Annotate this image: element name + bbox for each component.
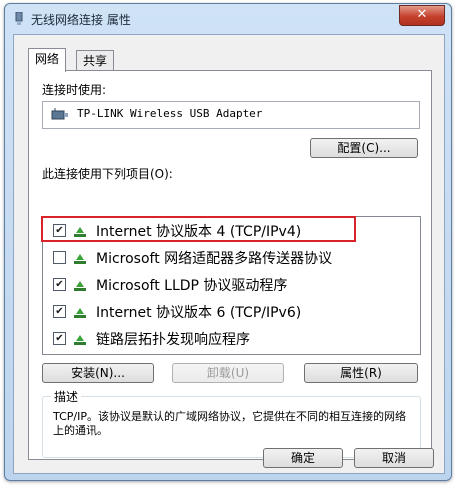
adapter-name: TP-LINK Wireless USB Adapter: [77, 107, 263, 120]
item-label: Microsoft 网络适配器多路传送器协议: [96, 251, 333, 267]
list-item[interactable]: Microsoft 网络适配器多路传送器协议: [43, 244, 420, 271]
title-bar[interactable]: 无线网络连接 属性 ✕: [5, 4, 451, 34]
list-item[interactable]: ✔ Internet 协议版本 4 (TCP/IPv4): [41, 216, 420, 244]
tab-panel-network: 连接时使用: TP-LINK Wireless USB Adapter 配置(C…: [28, 70, 432, 460]
protocol-icon: [74, 308, 86, 318]
configure-button[interactable]: 配置(C)...: [310, 138, 418, 158]
connect-using-label: 连接时使用:: [42, 83, 107, 97]
protocol-icon: [74, 335, 86, 345]
uninstall-button: 卸载(U): [172, 363, 284, 383]
item-checkbox[interactable]: ✔: [53, 278, 66, 291]
tab-network[interactable]: 网络: [28, 48, 67, 72]
network-adapter-icon: [15, 12, 23, 25]
description-label: 描述: [51, 388, 82, 405]
item-label: Internet 协议版本 6 (TCP/IPv6): [96, 305, 302, 321]
protocol-icon: [74, 281, 86, 291]
cancel-button[interactable]: 取消: [354, 448, 434, 468]
adapter-field: TP-LINK Wireless USB Adapter: [42, 101, 420, 129]
properties-button[interactable]: 属性(R): [304, 363, 418, 383]
window-title: 无线网络连接 属性: [31, 13, 131, 27]
ok-button[interactable]: 确定: [263, 448, 343, 468]
list-item[interactable]: ✔ Microsoft LLDP 协议驱动程序: [43, 271, 420, 298]
install-button[interactable]: 安装(N)...: [42, 363, 154, 383]
protocol-icon: [74, 254, 86, 264]
item-checkbox[interactable]: ✔: [53, 305, 66, 318]
item-checkbox[interactable]: [53, 251, 66, 264]
item-checkbox[interactable]: ✔: [53, 332, 66, 345]
highlight-box: [41, 216, 356, 242]
items-list[interactable]: ✔ Internet 协议版本 4 (TCP/IPv4) Microsoft 网…: [41, 216, 421, 355]
item-label: Microsoft LLDP 协议驱动程序: [96, 278, 288, 294]
list-item[interactable]: ✔ 链路层拓扑发现响应程序: [43, 325, 420, 352]
description-text: TCP/IP。该协议是默认的广域网络协议，它提供在不同的相互连接的网络上的通讯。: [53, 410, 406, 437]
dialog-body: 网络 共享 连接时使用: TP-LINK Wireless USB Adapte…: [13, 34, 445, 474]
list-item[interactable]: ✔ Internet 协议版本 6 (TCP/IPv6): [43, 298, 420, 325]
items-label: 此连接使用下列项目(O):: [42, 167, 173, 181]
adapter-icon: [51, 108, 68, 120]
properties-dialog: 无线网络连接 属性 ✕ 网络 共享 连接时使用: TP-LINK Wireles…: [4, 3, 452, 481]
tab-sharing[interactable]: 共享: [76, 50, 115, 71]
item-label: 链路层拓扑发现响应程序: [96, 332, 250, 348]
close-button[interactable]: ✕: [399, 5, 445, 26]
